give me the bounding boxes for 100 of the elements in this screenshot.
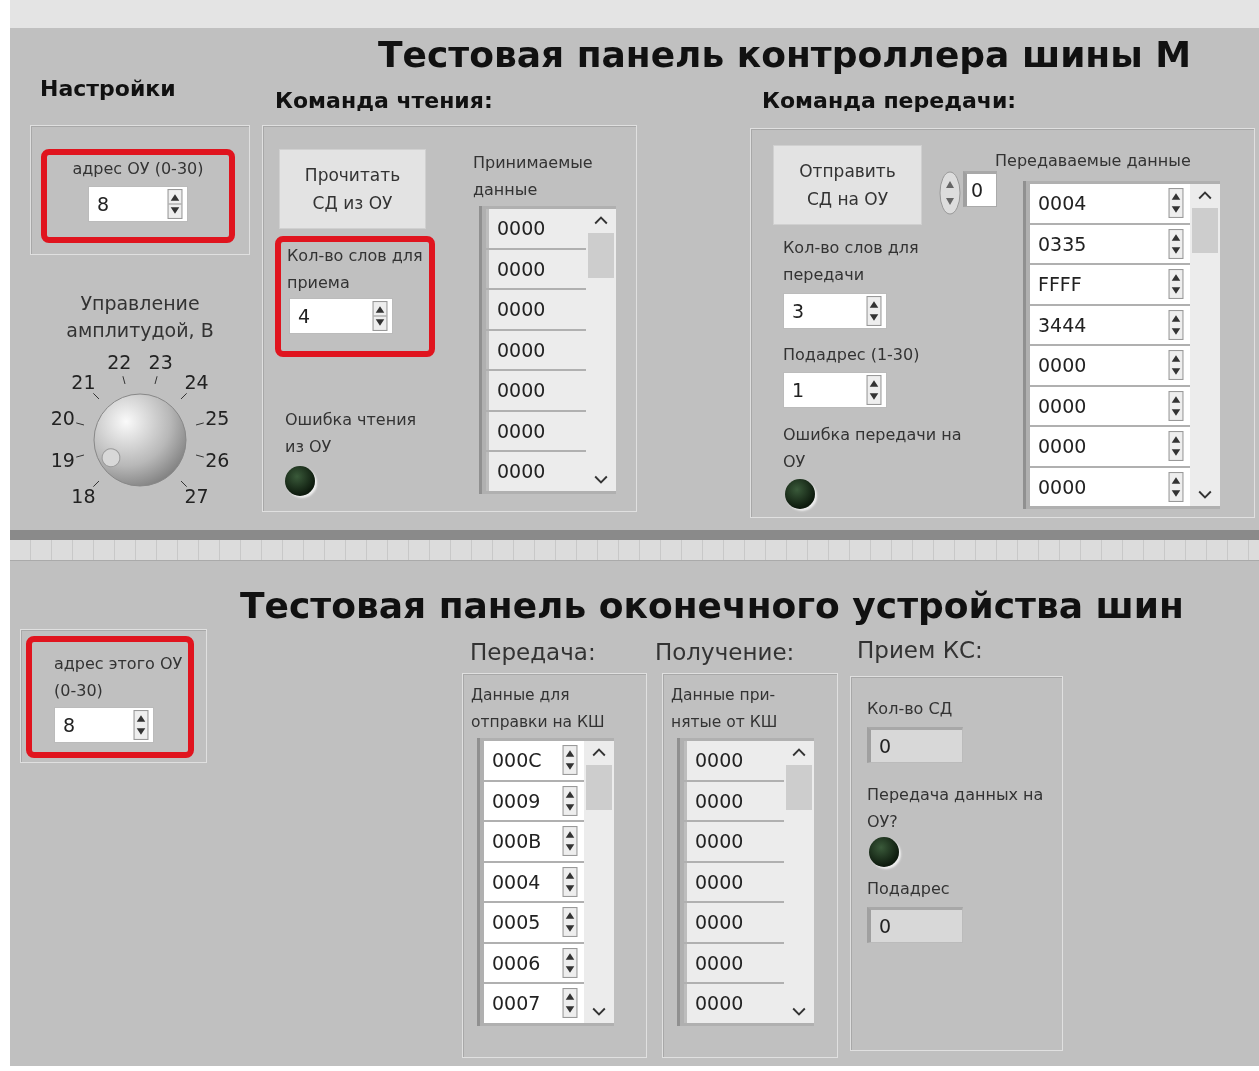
knob-scale-label: 20 xyxy=(50,407,75,430)
array-element[interactable]: 0000 xyxy=(1030,386,1190,425)
read-button[interactable]: Прочитать СД из ОУ xyxy=(279,149,426,229)
array-element[interactable]: 3444 xyxy=(1030,305,1190,344)
increment-decrement-icon[interactable] xyxy=(1168,471,1184,502)
indicator-label: Ошибка передачи на ОУ xyxy=(783,424,963,473)
array-element[interactable]: 0000 xyxy=(486,452,586,491)
scrollbar-thumb[interactable] xyxy=(786,765,812,810)
indicator-label: Ошибка чтения из ОУ xyxy=(285,409,418,458)
field-label: адрес ОУ (0-30) xyxy=(71,158,205,180)
increment-decrement-icon[interactable] xyxy=(562,947,578,978)
increment-decrement-icon[interactable] xyxy=(1168,188,1184,219)
array-element[interactable]: 0000 xyxy=(486,209,586,248)
index-spinner-icon[interactable] xyxy=(939,171,961,215)
knob-scale-label: 27 xyxy=(184,484,209,507)
array-element[interactable]: 0000 xyxy=(684,822,784,861)
increment-decrement-icon[interactable] xyxy=(562,826,578,857)
increment-decrement-icon[interactable] xyxy=(562,745,578,776)
scrollbar[interactable] xyxy=(784,741,814,1023)
scroll-up-icon[interactable] xyxy=(1198,190,1212,200)
array-element[interactable]: 0000 xyxy=(486,249,586,288)
send-button[interactable]: Отправить СД на ОУ xyxy=(773,145,922,225)
array-element[interactable]: 0335 xyxy=(1030,224,1190,263)
increment-decrement-icon[interactable] xyxy=(562,866,578,897)
knob-scale-label: 19 xyxy=(50,448,75,471)
increment-decrement-icon[interactable] xyxy=(562,785,578,816)
scrollbar[interactable] xyxy=(1190,184,1220,506)
increment-decrement-icon[interactable] xyxy=(866,375,882,405)
array-index-field[interactable]: 0 xyxy=(963,171,997,207)
array-element[interactable]: 0005 xyxy=(484,903,584,942)
knob-scale-label: 18 xyxy=(71,484,96,507)
array-element[interactable]: FFFF xyxy=(1030,265,1190,304)
array-element[interactable]: 0000 xyxy=(1030,346,1190,385)
increment-decrement-icon[interactable] xyxy=(167,189,183,219)
array-element[interactable]: 0007 xyxy=(484,984,584,1023)
knob-scale-label: 21 xyxy=(71,371,96,394)
section-heading: Прием КС: xyxy=(857,637,983,663)
array-element[interactable]: 000B xyxy=(484,822,584,861)
array-element[interactable]: 0000 xyxy=(1030,427,1190,466)
scroll-up-icon[interactable] xyxy=(594,215,608,225)
scrollbar[interactable] xyxy=(586,209,616,491)
array-element[interactable]: 0000 xyxy=(684,984,784,1023)
numeric-field[interactable]: 3 xyxy=(783,293,887,329)
scroll-up-icon[interactable] xyxy=(792,747,806,757)
panel-title: Тестовая панель контроллера шины М xyxy=(378,34,1192,75)
increment-decrement-icon[interactable] xyxy=(1168,390,1184,421)
knob-scale-label: 23 xyxy=(148,350,173,373)
scrollbar-thumb[interactable] xyxy=(1192,208,1218,253)
section-heading: Настройки xyxy=(40,76,176,101)
scroll-down-icon[interactable] xyxy=(792,1006,806,1017)
scroll-down-icon[interactable] xyxy=(594,474,608,485)
array-element[interactable]: 0000 xyxy=(684,781,784,820)
array-element[interactable]: 0000 xyxy=(486,411,586,450)
increment-decrement-icon[interactable] xyxy=(133,710,149,740)
scrollbar-thumb[interactable] xyxy=(588,233,614,278)
indicator-label: Кол-во СД xyxy=(867,698,953,720)
section-heading: Команда передачи: xyxy=(762,88,1017,113)
array-element[interactable]: 0000 xyxy=(486,330,586,369)
increment-decrement-icon[interactable] xyxy=(562,988,578,1019)
increment-decrement-icon[interactable] xyxy=(1168,309,1184,340)
indicator-label: Передача данных на ОУ? xyxy=(867,784,1045,833)
knob[interactable] xyxy=(93,393,187,487)
numeric-field[interactable]: 8 xyxy=(54,707,154,743)
array-label: Принимаемые данные xyxy=(473,152,594,201)
array-element[interactable]: 0000 xyxy=(684,943,784,982)
numeric-field[interactable]: 1 xyxy=(783,372,887,408)
array-label: Передаваемые данные xyxy=(995,150,1191,172)
array-element[interactable]: 0000 xyxy=(486,290,586,329)
knob-label: Управление амплитудой, В xyxy=(65,291,215,343)
array-element[interactable]: 0004 xyxy=(484,862,584,901)
array-element[interactable]: 0004 xyxy=(1030,184,1190,223)
increment-decrement-icon[interactable] xyxy=(1168,350,1184,381)
increment-decrement-icon[interactable] xyxy=(562,907,578,938)
array-element[interactable]: 0000 xyxy=(684,862,784,901)
field-label: Кол-во слов для передачи xyxy=(783,237,920,286)
array-element[interactable]: 0009 xyxy=(484,781,584,820)
scrollbar[interactable] xyxy=(584,741,614,1023)
scroll-down-icon[interactable] xyxy=(1198,490,1212,500)
numeric-field[interactable]: 8 xyxy=(88,186,188,222)
increment-decrement-icon[interactable] xyxy=(1168,431,1184,462)
numeric-indicator: 0 xyxy=(867,727,963,763)
array-element[interactable]: 0000 xyxy=(1030,467,1190,506)
increment-decrement-icon[interactable] xyxy=(372,301,388,331)
field-label: адрес этого ОУ (0-30) xyxy=(53,653,184,702)
numeric-field[interactable]: 4 xyxy=(289,298,393,334)
array-element[interactable]: 0000 xyxy=(684,903,784,942)
indicator-label: Подадрес xyxy=(867,878,950,900)
scroll-down-icon[interactable] xyxy=(592,1006,606,1017)
increment-decrement-icon[interactable] xyxy=(866,296,882,326)
increment-decrement-icon[interactable] xyxy=(1168,269,1184,300)
array-element[interactable]: 0000 xyxy=(486,371,586,410)
array-element[interactable]: 000C xyxy=(484,741,584,780)
knob-scale-label: 26 xyxy=(205,448,230,471)
knob-scale-label: 25 xyxy=(205,407,230,430)
array-element[interactable]: 0006 xyxy=(484,943,584,982)
knob-scale-label: 24 xyxy=(184,371,209,394)
array-element[interactable]: 0000 xyxy=(684,741,784,780)
scroll-up-icon[interactable] xyxy=(592,747,606,757)
increment-decrement-icon[interactable] xyxy=(1168,228,1184,259)
scrollbar-thumb[interactable] xyxy=(586,765,612,810)
